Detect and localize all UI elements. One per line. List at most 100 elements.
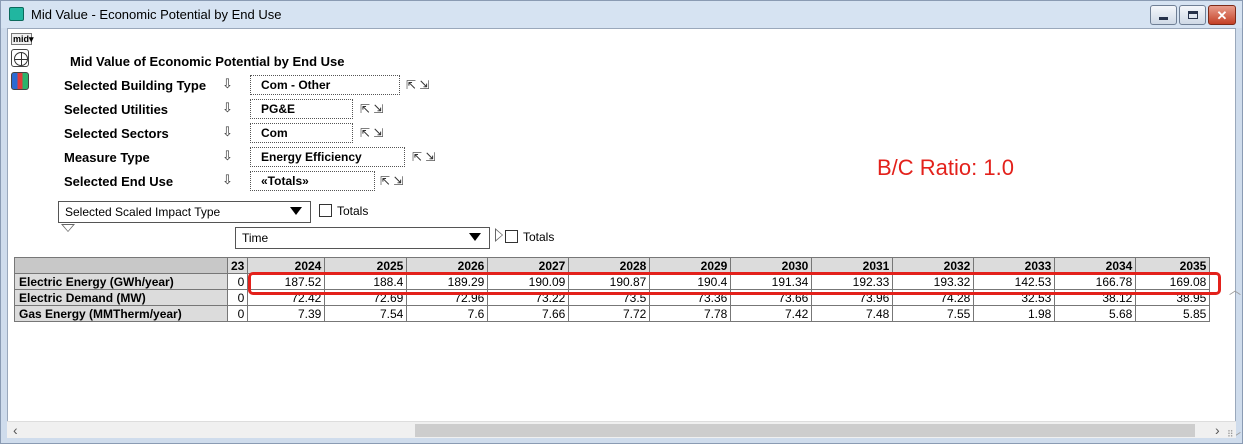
table-cell[interactable]: 38.12 [1054,289,1137,306]
table-cell[interactable]: 5.85 [1135,305,1211,322]
minimize-icon [1159,17,1168,20]
table-cell[interactable]: 190.09 [487,273,570,290]
table-cell[interactable]: 32.53 [973,289,1056,306]
down-arrow-icon[interactable]: ⇩ [222,172,233,188]
table-cell[interactable]: 5.68 [1054,305,1137,322]
table-cell[interactable]: 0 [226,289,249,306]
maximize-button[interactable] [1179,5,1206,25]
table-cell[interactable]: 7.72 [568,305,651,322]
column-header[interactable]: 2026 [406,257,489,274]
row-header[interactable]: Electric Energy (GWh/year) [14,273,228,290]
row-pivot-arrow-icon[interactable] [61,224,75,232]
table-cell[interactable]: 72.69 [324,289,408,306]
close-icon: ✕ [1216,7,1228,23]
column-header[interactable]: 2031 [811,257,894,274]
column-header[interactable]: 2028 [568,257,651,274]
down-arrow-icon[interactable]: ⇩ [222,76,233,92]
down-arrow-icon[interactable]: ⇩ [222,124,233,140]
title-bar[interactable]: Mid Value - Economic Potential by End Us… [1,1,1242,28]
table-cell[interactable]: 193.32 [892,273,975,290]
mid-selector-button[interactable]: mid▾ [11,33,34,45]
column-pivot-arrow-icon[interactable] [495,228,503,242]
table-cell[interactable]: 7.54 [324,305,408,322]
table-cell[interactable]: 7.48 [811,305,894,322]
table-cell[interactable]: 142.53 [973,273,1056,290]
table-cell[interactable]: 73.96 [811,289,894,306]
down-arrow-icon[interactable]: ⇩ [222,100,233,116]
table-cell[interactable]: 73.36 [649,289,732,306]
table-cell[interactable]: 7.39 [247,305,326,322]
maximize-icon [1187,11,1198,19]
column-header[interactable]: 2030 [730,257,813,274]
table-cell[interactable]: 1.98 [973,305,1056,322]
table-cell[interactable]: 0 [226,273,249,290]
row-dimension-dropdown[interactable]: Selected Scaled Impact Type [58,201,311,223]
table-cell[interactable]: 190.87 [568,273,651,290]
table-cell[interactable]: 166.78 [1054,273,1137,290]
table-cell[interactable]: 7.42 [730,305,813,322]
table-cell[interactable]: 72.96 [406,289,489,306]
table-cell[interactable]: 73.5 [568,289,651,306]
bc-ratio-annotation: B/C Ratio: 1.0 [853,143,1190,194]
column-header[interactable]: 2027 [487,257,570,274]
chevron-down-icon [469,233,481,241]
resize-grip-icon[interactable]: ⠿ [1227,429,1234,440]
table-cell[interactable]: 189.29 [406,273,489,290]
column-header[interactable]: 2024 [247,257,326,274]
row-header[interactable]: Electric Demand (MW) [14,289,228,306]
table-cell[interactable]: 7.66 [487,305,570,322]
table-cell[interactable]: 38.95 [1135,289,1211,306]
chevron-down-icon [290,207,302,215]
table-cell[interactable]: 74.28 [892,289,975,306]
column-header[interactable]: 2034 [1054,257,1137,274]
sort-icons[interactable]: ⇱ ⇲ [380,174,403,188]
sectors-selector[interactable]: Com [250,123,353,143]
column-header[interactable]: 2033 [973,257,1056,274]
utilities-selector[interactable]: PG&E [250,99,353,119]
row-totals-checkbox[interactable] [319,204,332,217]
table-cell[interactable]: 188.4 [324,273,408,290]
table-cell[interactable]: 72.42 [247,289,326,306]
column-header[interactable]: 23 [226,257,249,274]
scroll-up-icon[interactable]: ︿ [1229,281,1241,298]
table-row: Electric Demand (MW) 0 72.42 72.69 72.96… [14,289,1211,306]
table-icon[interactable] [11,49,29,67]
column-header[interactable]: 2032 [892,257,975,274]
minimize-button[interactable] [1150,5,1177,25]
scrollbar-thumb[interactable] [415,424,1195,437]
scroll-right-icon[interactable]: › [1215,422,1220,438]
table-cell[interactable]: 190.4 [649,273,732,290]
table-cell[interactable]: 192.33 [811,273,894,290]
results-table: 23 2024 2025 2026 2027 2028 2029 2030 20… [14,257,1211,322]
column-totals-checkbox[interactable] [505,230,518,243]
table-cell[interactable]: 169.08 [1135,273,1211,290]
building-type-selector[interactable]: Com - Other [250,75,400,95]
table-cell[interactable]: 7.55 [892,305,975,322]
column-header[interactable]: 2035 [1135,257,1211,274]
table-cell[interactable]: 73.66 [730,289,813,306]
measure-type-selector[interactable]: Energy Efficiency [250,147,405,167]
column-dimension-dropdown[interactable]: Time [235,227,490,249]
close-button[interactable]: ✕ [1208,5,1236,25]
column-header[interactable]: 2029 [649,257,732,274]
down-arrow-icon[interactable]: ⇩ [222,148,233,164]
sort-icons[interactable]: ⇱ ⇲ [360,126,383,140]
table-cell[interactable]: 191.34 [730,273,813,290]
table-cell[interactable]: 187.52 [247,273,326,290]
sort-icons[interactable]: ⇱ ⇲ [412,150,435,164]
graph-icon[interactable] [11,72,29,90]
table-cell[interactable]: 7.6 [406,305,489,322]
table-row: Gas Energy (MMTherm/year) 0 7.39 7.54 7.… [14,305,1211,322]
horizontal-scrollbar[interactable]: ‹ › [7,421,1236,438]
table-cell[interactable]: 73.22 [487,289,570,306]
table-corner-cell [14,257,228,274]
column-header[interactable]: 2025 [324,257,408,274]
end-use-selector[interactable]: «Totals» [250,171,375,191]
row-header[interactable]: Gas Energy (MMTherm/year) [14,305,228,322]
sort-icons[interactable]: ⇱ ⇲ [406,78,429,92]
sort-icons[interactable]: ⇱ ⇲ [360,102,383,116]
table-cell[interactable]: 0 [226,305,249,322]
scroll-left-icon[interactable]: ‹ [13,422,18,438]
param-label-measure-type: Measure Type [64,150,150,165]
table-cell[interactable]: 7.78 [649,305,732,322]
